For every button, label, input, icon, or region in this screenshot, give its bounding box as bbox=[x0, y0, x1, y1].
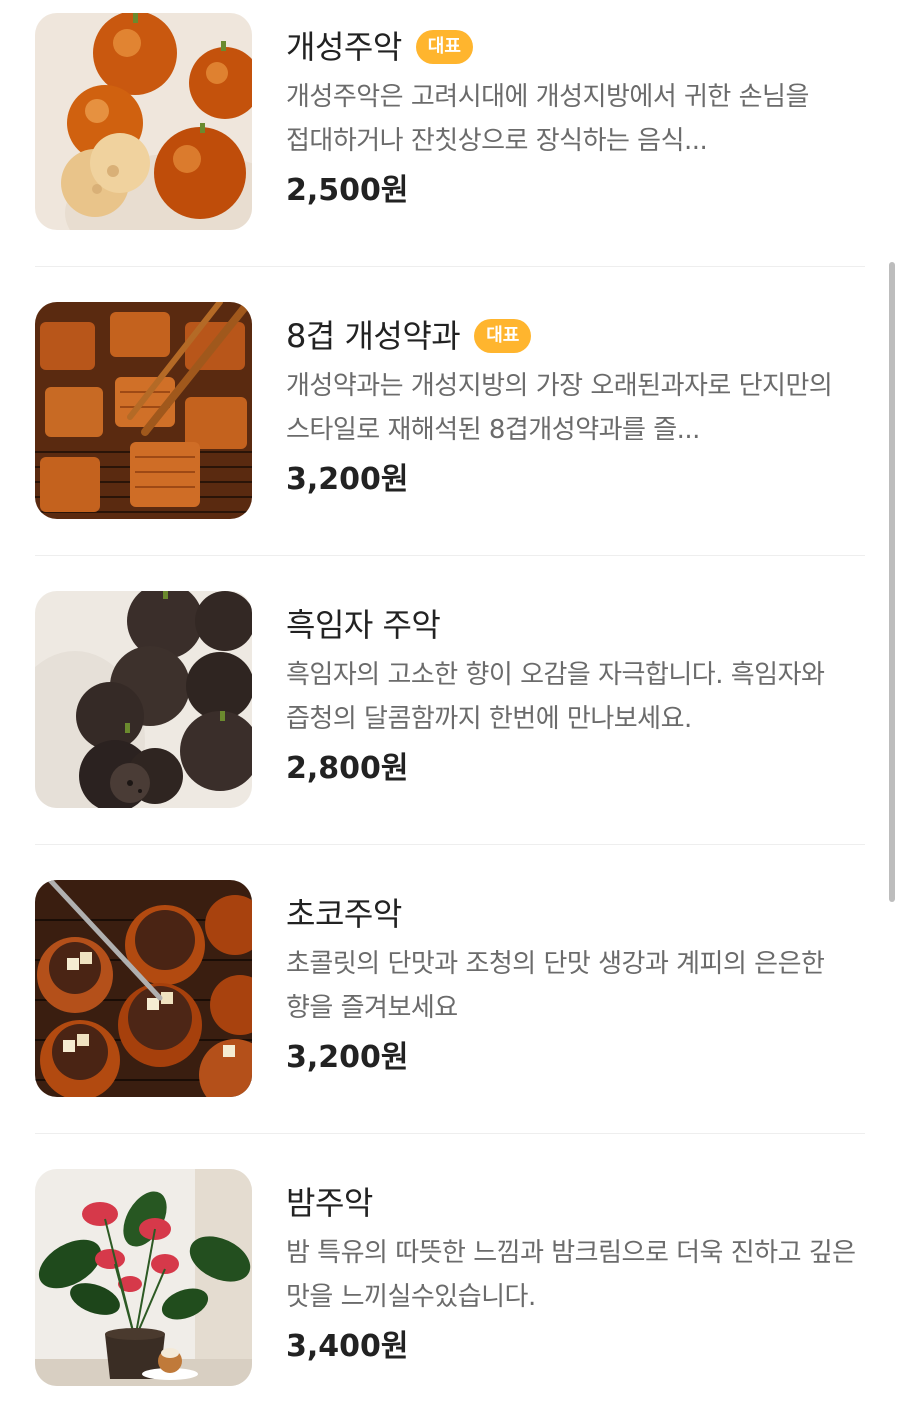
signature-badge: 대표 bbox=[474, 319, 532, 353]
menu-item[interactable]: 밤주악 밤 특유의 따뜻한 느낌과 밤크림으로 더욱 진하고 깊은 맛을 느끼실… bbox=[35, 1169, 865, 1415]
menu-item-name: 8겹 개성약과 bbox=[286, 317, 461, 355]
menu-item[interactable]: 초코주악 초콜릿의 단맛과 조청의 단맛 생강과 계피의 은은한 향을 즐겨보세… bbox=[35, 880, 865, 1169]
menu-item-photo[interactable] bbox=[35, 880, 252, 1097]
menu-item-photo[interactable] bbox=[35, 13, 252, 230]
menu-item-description: 초콜릿의 단맛과 조청의 단맛 생강과 계피의 은은한 향을 즐겨보세요 bbox=[286, 949, 825, 1023]
divider bbox=[35, 555, 865, 556]
menu-item-name: 밤주악 bbox=[286, 1184, 373, 1222]
menu-item-price: 2,500원 bbox=[286, 173, 409, 208]
chestnut-donut-flower-photo-icon bbox=[35, 1169, 252, 1386]
menu-item[interactable]: 8겹 개성약과 대표 개성약과는 개성지방의 가장 오래된과자로 단지만의 스타… bbox=[35, 302, 865, 591]
title-row: 초코주악 bbox=[286, 894, 866, 934]
menu-item-info: 개성주악 대표 개성주악은 고려시대에 개성지방에서 귀한 손님을 접대하거나 … bbox=[286, 27, 866, 213]
divider bbox=[35, 266, 865, 267]
menu-item-price: 3,400원 bbox=[286, 1329, 409, 1364]
menu-item-photo[interactable] bbox=[35, 302, 252, 519]
menu-item-description: 흑임자의 고소한 향이 오감을 자극합니다. 흑임자와 즙청의 달콤함까지 한번… bbox=[286, 660, 825, 734]
menu-item-info: 8겹 개성약과 대표 개성약과는 개성지방의 가장 오래된과자로 단지만의 스타… bbox=[286, 316, 866, 502]
menu-item[interactable]: 개성주악 대표 개성주악은 고려시대에 개성지방에서 귀한 손님을 접대하거나 … bbox=[35, 13, 865, 302]
title-row: 개성주악 대표 bbox=[286, 27, 866, 67]
menu-item-description: 개성약과는 개성지방의 가장 오래된과자로 단지만의 스타일로 재해석된 8겹개… bbox=[286, 371, 833, 445]
menu-item-price: 3,200원 bbox=[286, 1040, 409, 1075]
menu-item-photo[interactable] bbox=[35, 1169, 252, 1386]
title-row: 8겹 개성약과 대표 bbox=[286, 316, 866, 356]
menu-list: 개성주악 대표 개성주악은 고려시대에 개성지방에서 귀한 손님을 접대하거나 … bbox=[0, 13, 900, 1415]
menu-item-photo[interactable] bbox=[35, 591, 252, 808]
scrollbar[interactable] bbox=[889, 262, 895, 902]
black-sesame-donut-photo-icon bbox=[35, 591, 252, 808]
divider bbox=[35, 844, 865, 845]
title-row: 밤주악 bbox=[286, 1183, 866, 1223]
menu-item-price: 3,200원 bbox=[286, 462, 409, 497]
menu-item-price: 2,800원 bbox=[286, 751, 409, 786]
title-row: 흑임자 주악 bbox=[286, 605, 866, 645]
menu-item-info: 밤주악 밤 특유의 따뜻한 느낌과 밤크림으로 더욱 진하고 깊은 맛을 느끼실… bbox=[286, 1183, 866, 1369]
menu-item-description: 밤 특유의 따뜻한 느낌과 밤크림으로 더욱 진하고 깊은 맛을 느끼실수있습니… bbox=[286, 1238, 856, 1312]
chocolate-donut-photo-icon bbox=[35, 880, 252, 1097]
signature-badge: 대표 bbox=[415, 30, 473, 64]
menu-screen: 개성주악 대표 개성주악은 고려시대에 개성지방에서 귀한 손님을 접대하거나 … bbox=[0, 0, 900, 1415]
menu-item[interactable]: 흑임자 주악 흑임자의 고소한 향이 오감을 자극합니다. 흑임자와 즙청의 달… bbox=[35, 591, 865, 880]
yakgwa-photo-icon bbox=[35, 302, 252, 519]
menu-item-info: 흑임자 주악 흑임자의 고소한 향이 오감을 자극합니다. 흑임자와 즙청의 달… bbox=[286, 605, 866, 791]
menu-item-name: 흑임자 주악 bbox=[286, 606, 441, 644]
divider bbox=[35, 1133, 865, 1134]
menu-item-description: 개성주악은 고려시대에 개성지방에서 귀한 손님을 접대하거나 잔칫상으로 장식… bbox=[286, 82, 809, 156]
menu-item-name: 초코주악 bbox=[286, 895, 402, 933]
glazed-donut-photo-icon bbox=[35, 13, 252, 230]
menu-item-name: 개성주악 bbox=[286, 28, 402, 66]
menu-item-info: 초코주악 초콜릿의 단맛과 조청의 단맛 생강과 계피의 은은한 향을 즐겨보세… bbox=[286, 894, 866, 1080]
